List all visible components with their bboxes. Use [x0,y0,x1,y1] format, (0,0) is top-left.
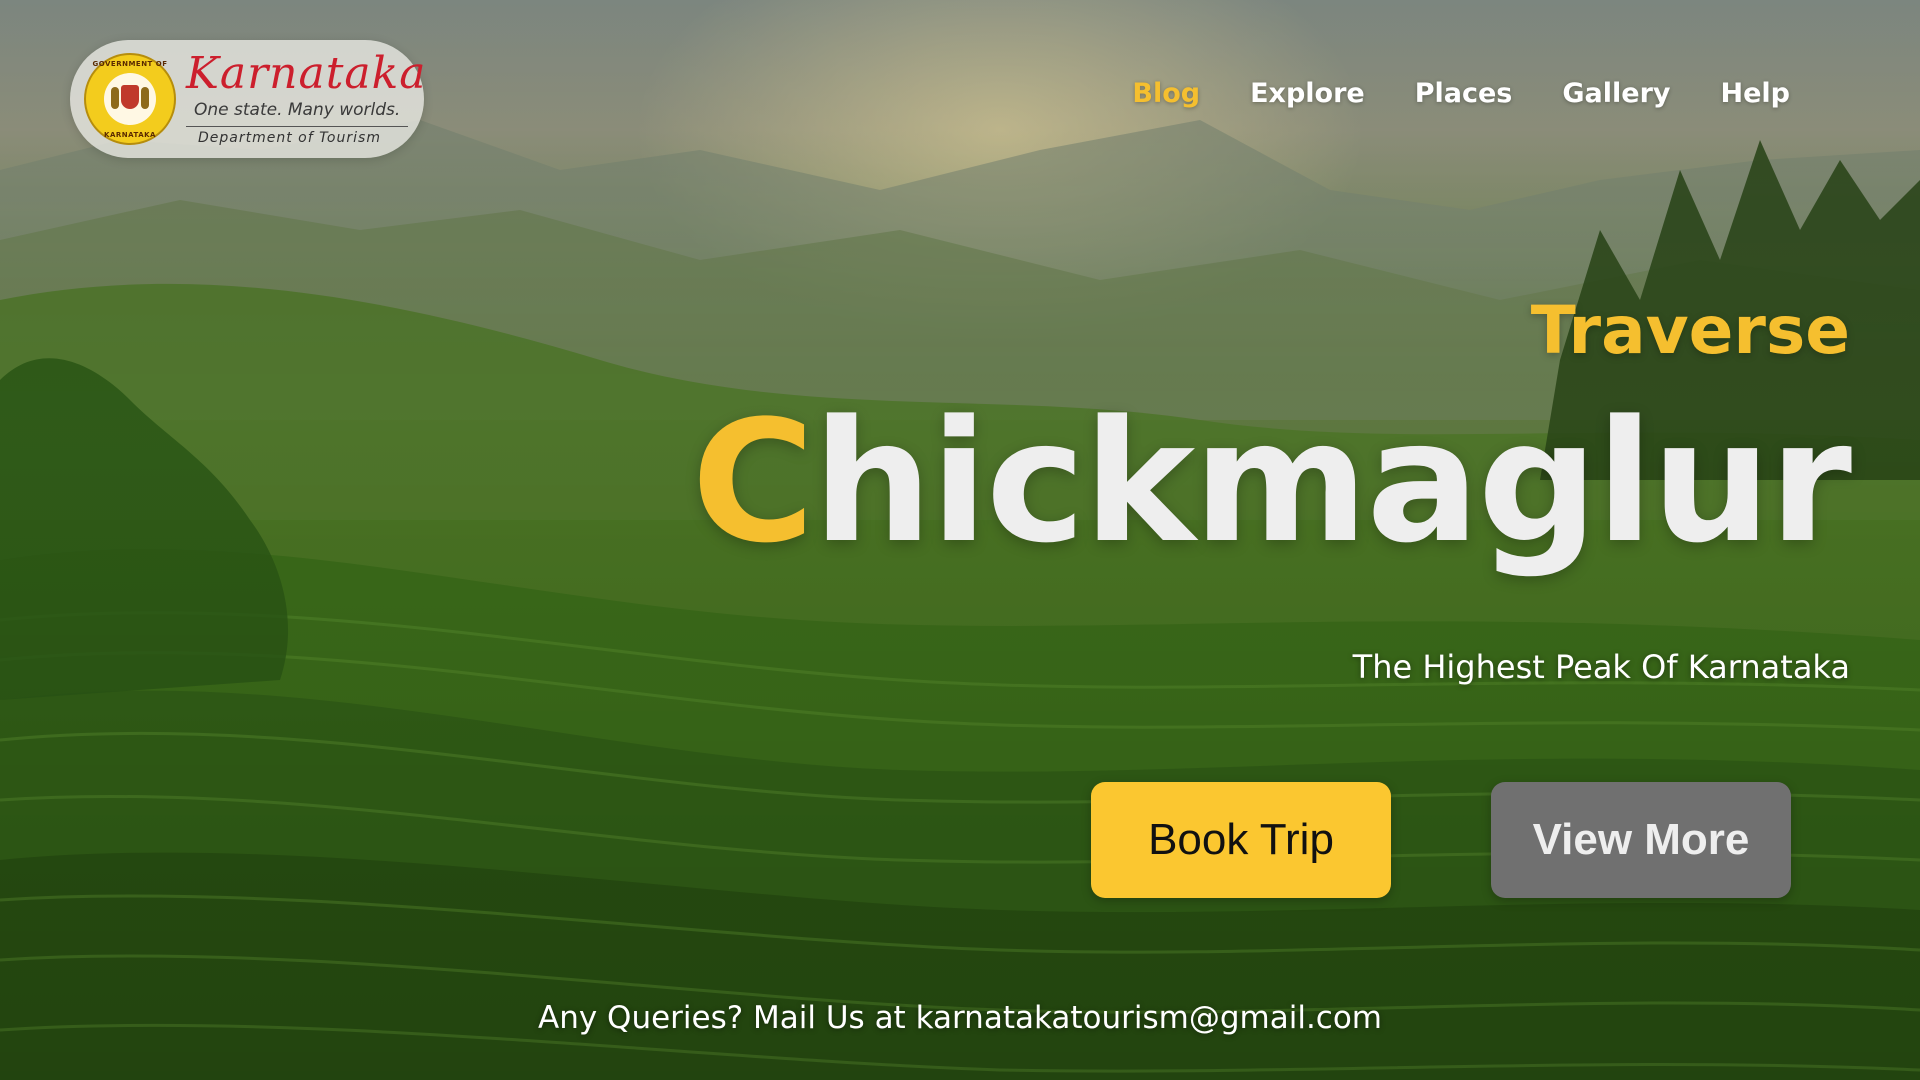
nav-blog[interactable]: Blog [1132,78,1200,109]
nav-gallery[interactable]: Gallery [1562,78,1670,109]
nav-places[interactable]: Places [1415,78,1513,109]
hero-subtitle: The Highest Peak Of Karnataka [1352,648,1850,686]
government-emblem-icon: GOVERNMENT OF KARNATAKA [84,53,176,145]
contact-footer: Any Queries? Mail Us at karnatakatourism… [537,1000,1383,1036]
hero-kicker: Traverse [1530,292,1850,369]
karnataka-tourism-logo[interactable]: GOVERNMENT OF KARNATAKA Karnataka One st… [70,40,427,158]
main-navigation: Blog Explore Places Gallery Help [1132,78,1790,109]
hero-title-rest: hickmaglur [812,384,1852,580]
view-more-button[interactable]: View More [1491,782,1791,898]
nav-explore[interactable]: Explore [1250,78,1365,109]
emblem-bottom-text: KARNATAKA [104,131,156,139]
hero-section: GOVERNMENT OF KARNATAKA Karnataka One st… [0,0,1920,1080]
nav-help[interactable]: Help [1721,78,1791,109]
emblem-right-supporter [141,87,149,109]
brand-tagline: One state. Many worlds. [194,100,401,120]
hero-title: Chickmaglur [691,398,1852,566]
emblem-left-supporter [111,87,119,109]
emblem-top-text: GOVERNMENT OF [92,60,168,68]
brand-department: Department of Tourism [198,130,381,146]
hero-title-first-letter: C [691,384,814,580]
emblem-shield-icon [121,85,139,109]
brand-title: Karnataka [186,48,427,99]
brand-divider [186,126,408,127]
book-trip-button[interactable]: Book Trip [1091,782,1391,898]
